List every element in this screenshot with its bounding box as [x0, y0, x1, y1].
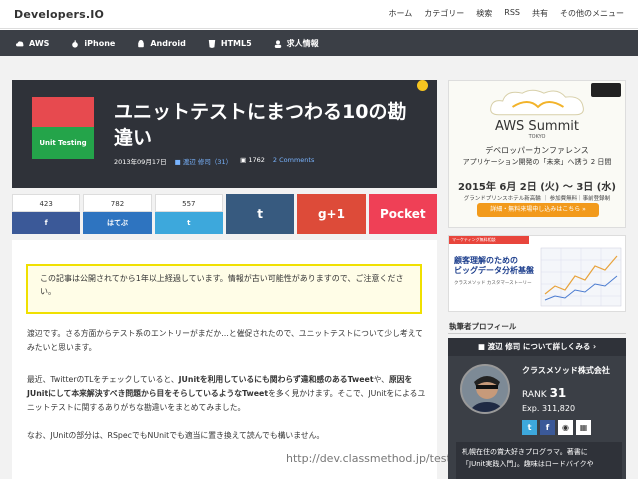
nav-home[interactable]: ホーム [389, 8, 413, 19]
twitter-icon[interactable]: t [522, 420, 537, 435]
category-html5[interactable]: HTML5 [208, 38, 252, 49]
facebook-icon[interactable]: f [540, 420, 555, 435]
aws-venue: グランドプリンスホテル新高輪 ｜ 参加費無料｜事前登録制 [463, 196, 611, 202]
google-plus-button[interactable]: g+1 [297, 194, 366, 234]
paragraph-note: なお、JUnitの部分は、RSpecでもNUnitでも適当に置き換えて読んでも構… [27, 431, 325, 440]
cloud-icon [490, 89, 584, 116]
article-header: Unit Testing ユニットテストにまつわる10の勘違い 2013年09月… [12, 80, 437, 188]
dashboard-illustration-icon [540, 247, 622, 307]
article-meta: 2013年09月17日 ■ 渡辺 修司（31） ▣ 1762 2 Comment… [114, 156, 314, 166]
android-icon [138, 39, 145, 47]
aws-summit-ad[interactable]: AWS Summit TOKYO デベロッパーカンファレンス アプリケーション開… [448, 80, 626, 228]
author-detail-button[interactable]: ■ 渡辺 修司 について詳しくみる › [448, 338, 626, 356]
avatar[interactable] [460, 364, 510, 414]
article-title: ユニットテストにまつわる10の勘違い [114, 101, 407, 149]
top-nav: ホーム カテゴリー 検索 RSS 共有 その他のメニュー [389, 8, 624, 19]
comments-link[interactable]: 2 Comments [273, 156, 314, 166]
ad-ribbon: マーケティング無料相談 [449, 236, 529, 244]
facebook-icon: f [44, 219, 48, 227]
author-exp: Exp. 311,820 [522, 404, 576, 413]
nav-rss[interactable]: RSS [504, 8, 520, 19]
paragraph-twitter: 最近、TwitterのTLをチェックしていると、JUnitを利用しているにも関わ… [27, 375, 426, 412]
cloud-icon [16, 40, 24, 46]
tumblr-share-button[interactable]: t [225, 194, 295, 234]
google-plus-icon: g+1 [317, 207, 345, 221]
category-iphone[interactable]: iPhone [71, 38, 115, 49]
aws-register-button[interactable]: 詳細・無料来場申し込みはこちら » [477, 203, 599, 217]
author-rank: RANK 31 [522, 386, 567, 400]
aws-subtitle-2: アプリケーション開発の「未来」へ誘う 2 日間 [462, 158, 612, 166]
article-author[interactable]: ■ 渡辺 修司（31） [175, 156, 233, 166]
divider [448, 333, 626, 334]
site-logo[interactable]: Developers.IO [14, 8, 104, 21]
category-aws[interactable]: AWS [16, 38, 49, 49]
aws-tokyo-label: TOKYO [528, 134, 546, 140]
twitter-share-button[interactable]: 557 t [154, 194, 223, 234]
apple-icon [72, 39, 79, 48]
tumblr-icon: t [257, 207, 264, 221]
old-article-notice: この記事は公開されてから1年以上経過しています。情報が古い可能性がありますので、… [26, 264, 422, 314]
nav-category[interactable]: カテゴリー [424, 8, 464, 19]
author-bio: 札幌在住の賞大好きプログラマ。著書に 「JUnit実践入門」。趣味はロードバイクや [456, 442, 622, 479]
html5-icon [208, 39, 216, 48]
category-jobs[interactable]: 求人情報 [274, 38, 319, 49]
pocket-label: Pocket [379, 207, 426, 221]
pocket-button[interactable]: Pocket [368, 194, 437, 234]
facebook-share-button[interactable]: 423 f [12, 194, 81, 234]
hatena-label: はてぶ [106, 219, 128, 227]
aws-date: 2015年 6月 2日 (火) 〜 3日 (水) [458, 182, 616, 193]
social-share-bar: 423 f 782 はてぶ 557 t t g+1 Pocket [12, 194, 437, 234]
author-social-links: t f ◉ ▦ [522, 420, 591, 435]
nav-search[interactable]: 検索 [476, 8, 492, 19]
author-profile-heading: 執筆者プロフィール [449, 322, 517, 331]
twitter-icon: t [187, 219, 191, 227]
twitter-count: 557 [154, 194, 223, 212]
hatena-count: 782 [83, 194, 152, 212]
aws-subtitle: デベロッパーカンファレンス [485, 146, 589, 155]
amazon-web-services-logo [591, 83, 621, 97]
hatena-bookmark-button[interactable]: 782 はてぶ [83, 194, 152, 234]
category-android[interactable]: Android [137, 38, 186, 49]
author-company: クラスメソッド株式会社 [522, 366, 610, 375]
aws-summit-title: AWS Summit [495, 119, 579, 134]
article-date: 2013年09月17日 [114, 158, 167, 166]
nav-share[interactable]: 共有 [532, 8, 548, 19]
github-icon[interactable]: ◉ [558, 420, 573, 435]
nav-other-menu[interactable]: その他のメニュー [560, 8, 624, 19]
user-icon [274, 39, 281, 48]
category-bar: AWS iPhone Android HTML5 求人情報 [0, 30, 638, 56]
source-url-watermark: http://dev.classmethod.jp/testi [286, 452, 454, 465]
bigdata-ad[interactable]: マーケティング無料相談 顧客理解のための ビッグデータ分析基盤 クラスメソッド カ… [448, 235, 626, 312]
sun-badge-icon [417, 80, 428, 91]
document-icon[interactable]: ▦ [576, 420, 591, 435]
paragraph-intro: 渡辺です。さる方面からテスト系のエントリーがまだか…と催促されたので、ユニットテ… [27, 329, 423, 352]
facebook-count: 423 [12, 194, 81, 212]
ad-subtext: クラスメソッド カスタマーストーリー [454, 281, 532, 286]
top-bar: Developers.IO ホーム カテゴリー 検索 RSS 共有 その他のメニ… [0, 0, 638, 29]
article-thumbnail: Unit Testing [32, 97, 94, 159]
view-count: ▣ 1762 [240, 156, 265, 164]
ad-headline: 顧客理解のための ビッグデータ分析基盤 [454, 256, 534, 275]
